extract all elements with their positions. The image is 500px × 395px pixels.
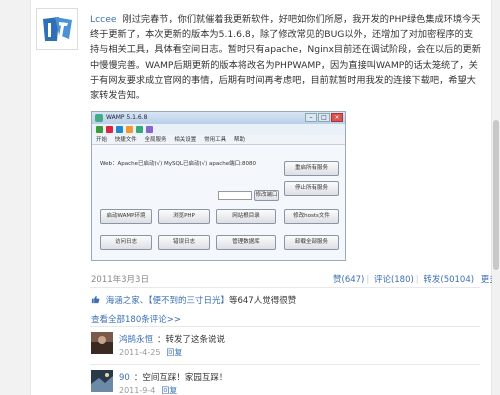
logo-icon (39, 11, 75, 47)
scrollbar[interactable] (492, 0, 500, 395)
comment-meta: 2011-4-25 回复 (119, 347, 182, 358)
manage-db-button: 管理数据库 (216, 235, 276, 250)
menu-item: 开始 (96, 137, 108, 143)
access-log-button: 访问日志 (100, 235, 152, 250)
like-link[interactable]: 赞(647) (333, 275, 364, 285)
error-log-button: 错误日志 (158, 235, 210, 250)
comment-text: ：转发了这条说说 (157, 335, 226, 345)
post-date: 2011年3月3日 (91, 275, 149, 285)
comment-2: 90 ：空间互踩！家园互踩！ (119, 371, 227, 383)
likes-count: 等647人觉得很赞 (228, 296, 297, 306)
comment-1: 鸿鹄永恒 ：转发了这条说说 (119, 333, 225, 345)
divider (90, 287, 480, 288)
stop-all-button: 停止所有服务 (284, 181, 339, 196)
scrollbar-thumb[interactable] (493, 120, 499, 270)
thumbs-up-icon (91, 295, 100, 304)
commenter-avatar[interactable] (91, 332, 113, 354)
menu-item: 常用工具 (204, 137, 227, 143)
menu-item: 全局服务 (144, 137, 167, 143)
commenter-name[interactable]: 90 (119, 373, 130, 383)
forward-link[interactable]: 转发(50104) (423, 275, 474, 285)
comment-text: ：空间互踩！家园互踩！ (133, 373, 228, 383)
change-port-button: 修改端口 (254, 190, 279, 201)
toolbar-green-icon (96, 126, 103, 133)
window-buttons: – □ × (305, 113, 343, 122)
minimize-icon: – (305, 113, 317, 122)
liker-1[interactable]: 海涵之家、 (106, 296, 149, 306)
menu-item: 快捷文件 (114, 137, 137, 143)
close-icon: × (331, 113, 343, 122)
app-icon (95, 114, 103, 122)
start-wamp-button: 启动WAMP环境 (100, 209, 152, 224)
screenshot-status: Web：Apache已启动(√) MySQL已启动(√) apache端口:80… (100, 161, 256, 167)
toolbar-teal-icon (136, 126, 143, 133)
comment-link[interactable]: 评论(180) (374, 275, 414, 285)
reply-link[interactable]: 回复 (161, 386, 177, 395)
commenter-name[interactable]: 鸿鹄永恒 (119, 335, 153, 345)
author-avatar[interactable] (36, 8, 78, 50)
comment-date: 2011-9-4 (119, 386, 156, 395)
screenshot-toolbar (92, 124, 345, 135)
likes-line: 海涵之家、【便不到的三寸日光】等647人觉得很赞 (91, 294, 296, 306)
port-input (218, 191, 252, 200)
app-screenshot-image[interactable]: WAMP 5.1.6.8 – □ × 开始 快捷文件 全局服务 相关设置 常用工… (91, 111, 346, 261)
screenshot-menubar: 开始 快捷文件 全局服务 相关设置 常用工具 帮助 (92, 135, 345, 145)
toolbar-orange-icon (126, 126, 133, 133)
post-text: 刚过完春节，你们就催着我更新软件，好吧如你们所愿，我开发的PHP绿色集成环境今天… (90, 14, 481, 102)
menu-item: 帮助 (233, 137, 245, 143)
browse-php-button: 浏览PHP (158, 209, 210, 224)
restart-all-button: 重启所有服务 (284, 161, 339, 176)
comment-date: 2011-4-25 (119, 348, 161, 357)
screenshot-title: WAMP 5.1.6.8 (106, 114, 148, 121)
liker-2[interactable]: 【便不到的三寸日光】 (148, 296, 229, 306)
hosts-button: 修改hosts文件 (284, 209, 339, 224)
comment-meta: 2011-9-4 回复 (119, 385, 177, 395)
post-actions: 赞(647)| 评论(180)| 转发(50104) 更多 ▾ (333, 273, 500, 285)
commenter-avatar[interactable] (91, 370, 113, 392)
screenshot-titlebar: WAMP 5.1.6.8 – □ × (92, 112, 345, 124)
toolbar-red-icon (106, 126, 113, 133)
uninstall-button: 卸载全部服务 (284, 235, 339, 250)
menu-item: 相关设置 (174, 137, 197, 143)
maximize-icon: □ (318, 113, 330, 122)
reply-link[interactable]: 回复 (166, 348, 182, 357)
author-name[interactable]: Lccee (90, 14, 117, 25)
divider (90, 364, 480, 365)
toolbar-purple-icon (146, 126, 153, 133)
site-root-button: 网站根目录 (216, 209, 276, 224)
divider (90, 326, 480, 327)
view-all-comments-link[interactable]: 查看全部180条评论>> (91, 313, 181, 325)
toolbar-blue-icon (116, 126, 123, 133)
post-body: Lccee 刚过完春节，你们就催着我更新软件，好吧如你们所愿，我开发的PHP绿色集… (90, 12, 482, 103)
